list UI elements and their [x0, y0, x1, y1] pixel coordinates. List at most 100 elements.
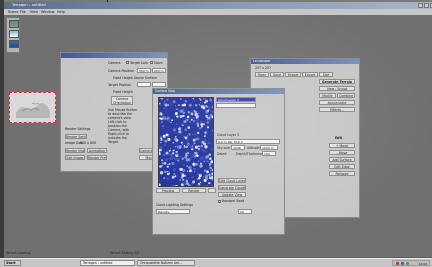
- terrain-preview-thumbnail[interactable]: [9, 92, 56, 123]
- remove-button[interactable]: Remove: [329, 171, 355, 176]
- sky-tool-icon[interactable]: [9, 30, 19, 38]
- edit-cloud-layer-button[interactable]: Edit Cloud Layer...: [218, 178, 246, 183]
- cloud-texture-image: [159, 98, 214, 187]
- cloud-speck: [187, 111, 190, 114]
- taskbar-item-notes[interactable]: Ohnepalette Notizen ber...: [137, 260, 195, 266]
- menu-window[interactable]: Window: [41, 10, 54, 14]
- effects-button[interactable]: Effects...: [319, 107, 355, 112]
- exit-image-button[interactable]: Exit Image: [65, 155, 85, 160]
- target-position-y-field[interactable]: [152, 82, 166, 87]
- start-button[interactable]: Start: [4, 260, 21, 266]
- cloud-speck: [185, 145, 189, 149]
- cloud-speck: [204, 131, 207, 134]
- camera-orientation-button[interactable]: Camera Orientation: [111, 96, 133, 105]
- target-position-x-field[interactable]: [137, 82, 151, 87]
- cloud-speck: [192, 117, 195, 120]
- cloud-speck: [203, 149, 206, 153]
- target-lock-checkbox[interactable]: [126, 61, 129, 64]
- cloud-layer-field[interactable]: 0.0 m Rel. M.P. 2: [216, 139, 280, 144]
- cloud-speck: [169, 156, 174, 161]
- sky-size-field[interactable]: 2048: [231, 145, 245, 150]
- accept-button[interactable]: [208, 188, 216, 193]
- combine-button[interactable]: Combine: [337, 93, 355, 98]
- water-tool-icon[interactable]: [9, 40, 19, 48]
- random-seed-label: Random Seed: [222, 199, 245, 203]
- export-button[interactable]: Export: [302, 72, 318, 77]
- cloud-speck: [212, 185, 213, 186]
- cloud-speck: [169, 149, 171, 152]
- cloud-speck: [160, 135, 163, 138]
- menu-scene[interactable]: Scene: [8, 10, 18, 14]
- density-field[interactable]: Density: [156, 209, 190, 214]
- cloud-speck: [210, 148, 213, 151]
- cloud-speck: [199, 120, 203, 124]
- cloud-speck: [171, 175, 175, 179]
- minimize-icon[interactable]: [418, 3, 423, 8]
- menu-help[interactable]: Help: [57, 10, 65, 14]
- render-button[interactable]: Render: [182, 188, 206, 193]
- maximize-icon[interactable]: [424, 3, 429, 8]
- modify-button[interactable]: Modify: [319, 93, 336, 98]
- render-settings-button[interactable]: Render Settings: [65, 134, 87, 139]
- cloud-texture-preview[interactable]: [158, 97, 214, 187]
- cloud-speck: [188, 160, 191, 163]
- cloud-speck: [172, 149, 175, 152]
- update-view-button[interactable]: Update View: [218, 192, 246, 197]
- add-surface-button[interactable]: Add Surface: [329, 157, 355, 162]
- taskbar-item-terragen[interactable]: Terragen - untitled: [80, 260, 135, 266]
- cloud-speck: [210, 143, 212, 145]
- cloud-layer-selected[interactable]: Cloud Layer 3: [216, 97, 256, 102]
- cloud-speck: [168, 163, 171, 166]
- cloud-speck: [163, 170, 167, 173]
- camera-position-x-field[interactable]: 500 m: [137, 68, 151, 73]
- menu-file[interactable]: File: [20, 10, 26, 14]
- cloud-speck: [176, 115, 179, 118]
- cloud-speck: [166, 186, 169, 187]
- edit-move-down-button[interactable]: - Move: [329, 150, 355, 155]
- cloud-speck: [184, 155, 188, 159]
- save-button[interactable]: Save: [270, 72, 284, 77]
- landscape-tool-icon[interactable]: [9, 20, 19, 28]
- open-button[interactable]: Open: [255, 72, 269, 77]
- size-button[interactable]: Size: [319, 72, 333, 77]
- cloud-speck: [174, 158, 178, 161]
- accumulate-button[interactable]: Accumulate: [319, 100, 355, 105]
- cloud-speck: [206, 170, 209, 172]
- edit-move-up-button[interactable]: + Move: [329, 143, 355, 148]
- edit-edge-button[interactable]: Edit Edge: [329, 164, 355, 169]
- generate-clouds-button[interactable]: Generate Clouds...: [218, 185, 246, 190]
- app-titlebar: Terragen – untitled: [4, 2, 432, 9]
- cloud-speck: [213, 127, 214, 128]
- cloud-speck: [197, 147, 201, 151]
- cloud-speck: [212, 105, 213, 107]
- cloud-speck: [197, 178, 199, 181]
- depth-label: Depth/Thickness: [236, 152, 263, 156]
- random-seed-checkbox[interactable]: [218, 200, 221, 203]
- cloud-speck: [204, 129, 206, 131]
- cloud-speck: [174, 127, 177, 131]
- view-sculpt-button[interactable]: View / Sculpt: [319, 86, 355, 91]
- depth-field[interactable]: 100: [262, 151, 276, 156]
- cloud-speck: [205, 99, 208, 103]
- rendering-control-titlebar: [61, 53, 167, 58]
- cloud-param-field[interactable]: 20: [238, 209, 252, 214]
- generate-terrain-button[interactable]: Generate Terrain: [319, 79, 355, 84]
- move-checkbox[interactable]: [150, 61, 153, 64]
- cloud-speck: [160, 109, 162, 111]
- render-image-button[interactable]: Render Image: [65, 148, 85, 153]
- render-preview-button[interactable]: Render Preview: [87, 155, 107, 160]
- preview-button[interactable]: Preview: [156, 188, 180, 193]
- camera-position-y-field[interactable]: 200 m: [152, 68, 166, 73]
- cloud-layer-list-item[interactable]: [216, 103, 256, 108]
- status-mid: Terrain Setting 0/0: [110, 251, 140, 255]
- cloud-speck: [212, 130, 213, 132]
- detail-label: Detail: [217, 152, 227, 156]
- menu-view[interactable]: View: [30, 10, 38, 14]
- cloud-speck: [201, 183, 203, 185]
- cloud-speck: [194, 111, 198, 114]
- cloud-speck: [191, 148, 194, 151]
- cloud-speck: [198, 104, 201, 106]
- import-button[interactable]: Import: [285, 72, 301, 77]
- altitude-field[interactable]: 1000 m: [260, 145, 278, 150]
- animation-button[interactable]: Animation: [87, 148, 107, 153]
